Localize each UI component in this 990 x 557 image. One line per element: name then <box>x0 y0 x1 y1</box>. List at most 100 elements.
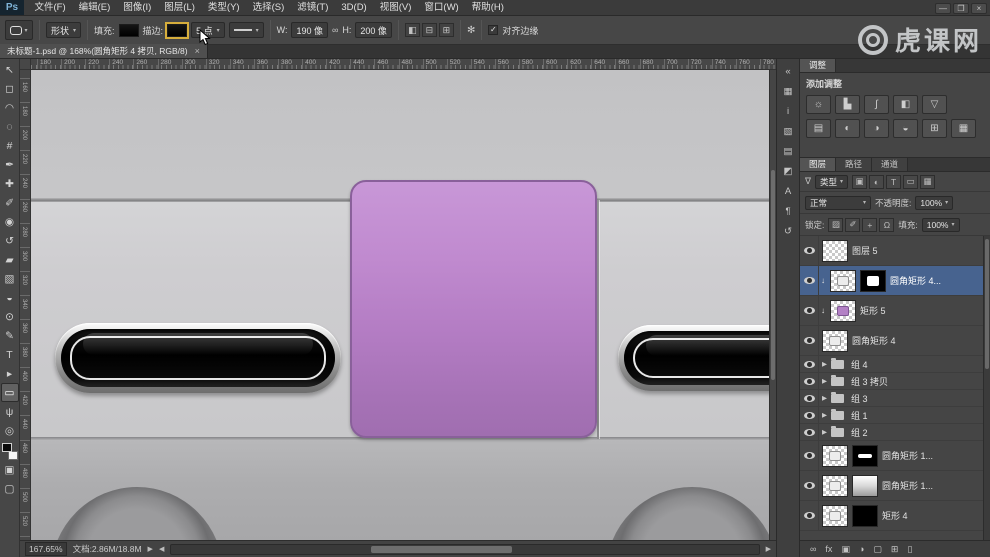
scrollbar-thumb[interactable] <box>771 170 775 380</box>
restore-button[interactable]: ❐ <box>953 3 969 14</box>
hue-saturation-icon[interactable]: ▤ <box>806 119 831 138</box>
color-lookup-icon[interactable]: ▦ <box>951 119 976 138</box>
canvas[interactable] <box>31 70 776 540</box>
brush-tool[interactable]: ✐ <box>1 193 19 212</box>
swatches-icon[interactable]: ▤ <box>778 143 798 159</box>
layer-row[interactable]: ▶ 组 1 <box>800 407 990 424</box>
layer-mask-thumbnail[interactable] <box>852 504 878 527</box>
healing-brush-tool[interactable]: ✚ <box>1 174 19 193</box>
filter-adjustment-icon[interactable]: ◐ <box>869 174 885 189</box>
layer-row[interactable]: 圆角矩形 1... <box>800 441 990 471</box>
curves-icon[interactable]: ∫ <box>864 95 889 114</box>
type-tool[interactable]: T <box>1 345 19 364</box>
ruler-origin[interactable] <box>20 59 31 70</box>
tab-channels[interactable]: 通道 <box>872 158 909 171</box>
lock-all-icon[interactable]: Ω <box>879 217 895 232</box>
menu-item-image[interactable]: 图像(I) <box>117 0 158 15</box>
layer-effects-icon[interactable]: fx <box>825 544 832 554</box>
visibility-toggle[interactable] <box>800 407 819 423</box>
brightness-contrast-icon[interactable]: ☼ <box>806 95 831 114</box>
scroll-right-icon[interactable]: ▶ <box>766 545 771 553</box>
blur-tool[interactable]: ◒ <box>1 288 19 307</box>
character-icon[interactable]: A <box>778 183 798 199</box>
lock-pixels-icon[interactable]: ✐ <box>845 217 861 232</box>
menu-item-file[interactable]: 文件(F) <box>28 0 72 15</box>
quick-mask-icon[interactable]: ▣ <box>1 460 19 479</box>
move-tool[interactable]: ↖ <box>1 60 19 79</box>
navigator-icon[interactable]: ▦ <box>778 83 798 99</box>
close-tab-icon[interactable]: × <box>195 46 200 56</box>
filter-smart-icon[interactable]: ▦ <box>920 174 936 189</box>
layer-row[interactable]: 圆角矩形 4 <box>800 326 990 356</box>
tool-mode-select[interactable]: 形状 ▾ <box>46 22 82 38</box>
filter-shape-icon[interactable]: ▭ <box>903 174 919 189</box>
layer-thumbnail[interactable] <box>822 474 848 497</box>
menu-item-layer[interactable]: 图层(L) <box>158 0 202 15</box>
canvas-horizontal-scrollbar[interactable] <box>170 543 760 555</box>
scroll-left-icon[interactable]: ◀ <box>159 545 164 553</box>
clone-stamp-tool[interactable]: ◉ <box>1 212 19 231</box>
layers-scrollbar[interactable] <box>983 236 990 540</box>
layer-row[interactable]: ↓ 圆角矩形 4... <box>800 266 990 296</box>
color-balance-icon[interactable]: ◐ <box>835 119 860 138</box>
lock-position-icon[interactable]: + <box>862 217 878 232</box>
lock-transparent-icon[interactable]: ▨ <box>828 217 844 232</box>
fill-swatch[interactable] <box>118 23 139 37</box>
layer-mask-thumbnail[interactable] <box>860 269 886 292</box>
collapse-panels-icon[interactable]: « <box>778 63 798 79</box>
minimize-button[interactable]: — <box>935 3 951 14</box>
delete-layer-icon[interactable]: ▯ <box>907 544 912 554</box>
levels-icon[interactable]: ▙ <box>835 95 860 114</box>
add-mask-icon[interactable]: ▣ <box>841 544 850 554</box>
menu-item-3d[interactable]: 3D(D) <box>335 0 373 15</box>
history-icon[interactable]: ↺ <box>778 223 798 239</box>
visibility-toggle[interactable] <box>800 390 819 406</box>
layer-row[interactable]: ▶ 组 4 <box>800 356 990 373</box>
tab-paths[interactable]: 路径 <box>836 158 873 171</box>
blend-mode-select[interactable]: 正常 ▾ <box>805 195 871 210</box>
link-layers-icon[interactable]: ∞ <box>810 544 816 554</box>
hand-tool[interactable]: ψ <box>1 402 19 421</box>
zoom-level[interactable]: 167.65% <box>25 542 67 556</box>
path-operations-icon[interactable]: ◧ <box>404 23 420 37</box>
paragraph-icon[interactable]: ¶ <box>778 203 798 219</box>
visibility-toggle[interactable] <box>800 356 819 372</box>
layer-row[interactable]: ▶ 组 3 <box>800 390 990 407</box>
layer-thumbnail[interactable] <box>822 239 848 262</box>
layer-row[interactable]: ↓ 矩形 5 <box>800 296 990 326</box>
width-input[interactable]: 190 像 <box>291 22 328 38</box>
history-brush-tool[interactable]: ↺ <box>1 231 19 250</box>
menu-item-select[interactable]: 选择(S) <box>246 0 291 15</box>
filter-pixel-icon[interactable]: ▣ <box>852 174 868 189</box>
menu-item-edit[interactable]: 编辑(E) <box>72 0 117 15</box>
eraser-tool[interactable]: ▰ <box>1 250 19 269</box>
color-icon[interactable]: ▧ <box>778 123 798 139</box>
pen-tool[interactable]: ✎ <box>1 326 19 345</box>
opacity-input[interactable]: 100% ▾ <box>915 195 954 210</box>
info-icon[interactable]: i <box>778 103 798 119</box>
expand-triangle-icon[interactable]: ▶ <box>819 428 830 436</box>
quick-selection-tool[interactable]: ◌ <box>1 117 19 136</box>
layer-thumbnail[interactable] <box>822 329 848 352</box>
visibility-toggle[interactable] <box>800 441 819 470</box>
fill-opacity-input[interactable]: 100% ▾ <box>921 217 960 232</box>
expand-triangle-icon[interactable]: ▶ <box>819 411 830 419</box>
dodge-tool[interactable]: ⊙ <box>1 307 19 326</box>
stroke-swatch[interactable] <box>167 23 188 37</box>
align-edges-checkbox[interactable]: ✓ <box>488 25 499 35</box>
tool-preset-button[interactable]: ▾ <box>5 20 33 40</box>
layer-row[interactable]: ▶ 组 2 <box>800 424 990 441</box>
menu-item-help[interactable]: 帮助(H) <box>465 0 510 15</box>
filter-type-select[interactable]: 类型 ▾ <box>815 174 849 189</box>
foreground-color-swatch[interactable] <box>1 443 12 452</box>
close-button[interactable]: × <box>971 3 987 14</box>
menu-item-window[interactable]: 窗口(W) <box>418 0 465 15</box>
layer-row[interactable]: 圆角矩形 1... <box>800 471 990 501</box>
vertical-ruler[interactable]: 160 180 200 220 240 260 280 300 320 340 360 380 400 4… <box>20 70 31 540</box>
menu-item-view[interactable]: 视图(V) <box>373 0 418 15</box>
horizontal-ruler[interactable]: 180 200 220 240 260 280 300 320 340 360 380 400 420 4… <box>31 59 776 70</box>
canvas-vertical-scrollbar[interactable] <box>769 70 776 540</box>
layer-mask-thumbnail[interactable] <box>852 444 878 467</box>
link-dimensions-icon[interactable]: ∞ <box>332 25 338 35</box>
visibility-toggle[interactable] <box>800 236 819 265</box>
